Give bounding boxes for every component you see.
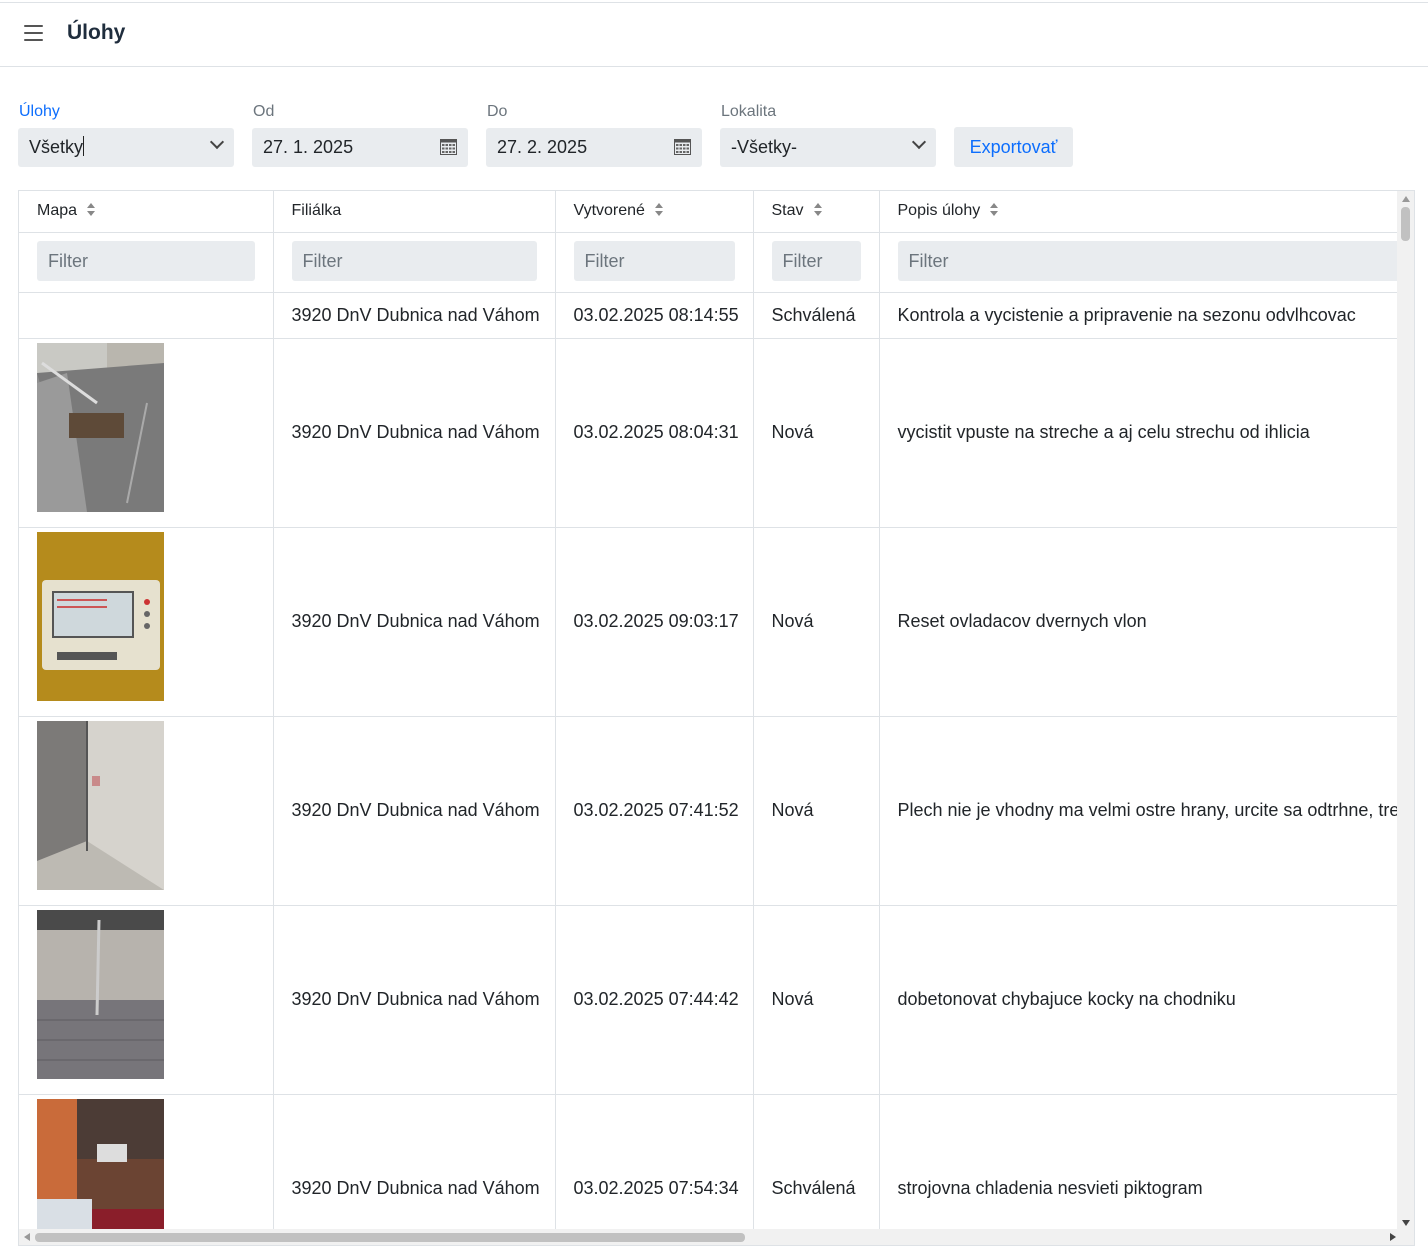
tasks-filter-group: Úlohy Všetky	[18, 100, 234, 167]
vertical-scrollbar[interactable]	[1397, 191, 1414, 1231]
map-cell	[19, 338, 274, 528]
map-cell	[19, 716, 274, 906]
description-filter-input[interactable]	[897, 241, 1398, 281]
created-cell: 03.02.2025 08:14:55	[555, 292, 754, 339]
description-cell: Kontrola a vycistenie a pripravenie na s…	[879, 292, 1398, 339]
to-date-input[interactable]: 27. 2. 2025	[486, 128, 702, 167]
filter-bar: Úlohy Všetky Od 27. 1. 2025 Do 27. 2. 20…	[18, 100, 1118, 170]
location-select[interactable]: -Všetky-	[720, 128, 936, 167]
to-date-group: Do 27. 2. 2025	[486, 100, 702, 167]
status-cell: Schválená	[753, 292, 880, 339]
from-date-group: Od 27. 1. 2025	[252, 100, 468, 167]
created-cell: 03.02.2025 08:04:31	[555, 338, 754, 528]
status-cell: Nová	[753, 338, 880, 528]
sort-icon[interactable]	[990, 203, 999, 217]
task-photo-thumbnail[interactable]	[37, 1098, 164, 1247]
sort-icon[interactable]	[813, 203, 822, 217]
scroll-up-arrow-icon[interactable]	[1402, 196, 1410, 202]
branch-cell: 3920 DnV Dubnica nad Váhom	[273, 905, 556, 1095]
map-cell	[19, 527, 274, 717]
table-header-row: Mapa Filiálka Vytvorené Stav Popis úlohy	[19, 191, 1398, 233]
tasks-select[interactable]: Všetky	[18, 128, 234, 167]
map-cell	[19, 905, 274, 1095]
column-header-branch: Filiálka	[273, 191, 556, 233]
from-date-value: 27. 1. 2025	[263, 137, 354, 157]
table-filter-row	[19, 232, 1398, 293]
table-row[interactable]: 3920 DnV Dubnica nad Váhom 03.02.2025 09…	[19, 527, 1398, 717]
branch-cell: 3920 DnV Dubnica nad Váhom	[273, 292, 556, 339]
created-cell: 03.02.2025 07:41:52	[555, 716, 754, 906]
task-photo-thumbnail[interactable]	[37, 720, 164, 890]
hamburger-menu-icon[interactable]	[24, 25, 44, 43]
status-cell: Nová	[753, 527, 880, 717]
sort-icon[interactable]	[654, 203, 663, 217]
column-header-map[interactable]: Mapa	[19, 191, 274, 233]
tasks-select-value: Všetky	[29, 137, 84, 157]
status-filter-input[interactable]	[771, 241, 861, 281]
description-cell: dobetonovat chybajuce kocky na chodniku	[879, 905, 1398, 1095]
tasks-filter-label: Úlohy	[19, 103, 60, 120]
status-cell: Schválená	[753, 1094, 880, 1245]
scroll-right-arrow-icon[interactable]	[1390, 1233, 1396, 1241]
description-cell: Plech nie je vhodny ma velmi ostre hrany…	[879, 716, 1398, 906]
map-filter-input[interactable]	[37, 241, 255, 281]
task-photo-thumbnail[interactable]	[37, 342, 164, 512]
to-date-label: Do	[487, 103, 508, 120]
tasks-table-container: Mapa Filiálka Vytvorené Stav Popis úlohy…	[18, 190, 1415, 1246]
table-row[interactable]: 3920 DnV Dubnica nad Váhom 03.02.2025 08…	[19, 338, 1398, 528]
task-photo-thumbnail[interactable]	[37, 909, 164, 1079]
branch-filter-input[interactable]	[291, 241, 537, 281]
column-header-created[interactable]: Vytvorené	[555, 191, 754, 233]
branch-cell: 3920 DnV Dubnica nad Váhom	[273, 716, 556, 906]
branch-cell: 3920 DnV Dubnica nad Váhom	[273, 338, 556, 528]
map-cell	[19, 292, 274, 339]
page-title: Úlohy	[67, 21, 126, 44]
export-button[interactable]: Exportovať	[954, 127, 1073, 167]
sort-icon[interactable]	[87, 203, 96, 217]
description-cell: Reset ovladacov dvernych vlon	[879, 527, 1398, 717]
created-filter-input[interactable]	[573, 241, 735, 281]
vertical-scroll-thumb[interactable]	[1401, 207, 1410, 241]
task-photo-thumbnail[interactable]	[37, 531, 164, 701]
location-select-value: -Všetky-	[731, 137, 798, 157]
scroll-down-arrow-icon[interactable]	[1402, 1220, 1410, 1226]
scroll-left-arrow-icon[interactable]	[24, 1233, 30, 1241]
location-filter-group: Lokalita -Všetky-	[720, 100, 936, 167]
table-row[interactable]: 3920 DnV Dubnica nad Váhom 03.02.2025 07…	[19, 1094, 1398, 1247]
scrollbar-corner	[1397, 1229, 1414, 1245]
app-header: Úlohy	[0, 3, 1428, 67]
from-date-input[interactable]: 27. 1. 2025	[252, 128, 468, 167]
horizontal-scrollbar[interactable]	[19, 1229, 1398, 1245]
created-cell: 03.02.2025 07:44:42	[555, 905, 754, 1095]
branch-cell: 3920 DnV Dubnica nad Váhom	[273, 527, 556, 717]
calendar-icon[interactable]	[674, 138, 691, 155]
chevron-down-icon	[209, 134, 225, 150]
from-date-label: Od	[253, 103, 275, 120]
table-row[interactable]: 3920 DnV Dubnica nad Váhom 03.02.2025 07…	[19, 905, 1398, 1095]
description-cell: vycistit vpuste na streche a aj celu str…	[879, 338, 1398, 528]
horizontal-scroll-thumb[interactable]	[35, 1233, 745, 1242]
branch-cell: 3920 DnV Dubnica nad Váhom	[273, 1094, 556, 1245]
to-date-value: 27. 2. 2025	[497, 137, 588, 157]
table-row[interactable]: 3920 DnV Dubnica nad Váhom 03.02.2025 07…	[19, 716, 1398, 906]
location-filter-label: Lokalita	[721, 103, 777, 120]
text-cursor	[83, 136, 85, 156]
created-cell: 03.02.2025 09:03:17	[555, 527, 754, 717]
column-header-status[interactable]: Stav	[753, 191, 880, 233]
created-cell: 03.02.2025 07:54:34	[555, 1094, 754, 1245]
map-cell	[19, 1094, 274, 1247]
status-cell: Nová	[753, 905, 880, 1095]
tasks-table: Mapa Filiálka Vytvorené Stav Popis úlohy…	[19, 191, 1398, 1247]
calendar-icon[interactable]	[440, 138, 457, 155]
status-cell: Nová	[753, 716, 880, 906]
chevron-down-icon	[911, 134, 927, 150]
description-cell: strojovna chladenia nesvieti piktogram	[879, 1094, 1398, 1245]
column-header-description[interactable]: Popis úlohy	[879, 191, 1398, 233]
table-row[interactable]: 3920 DnV Dubnica nad Váhom 03.02.2025 08…	[19, 292, 1398, 339]
